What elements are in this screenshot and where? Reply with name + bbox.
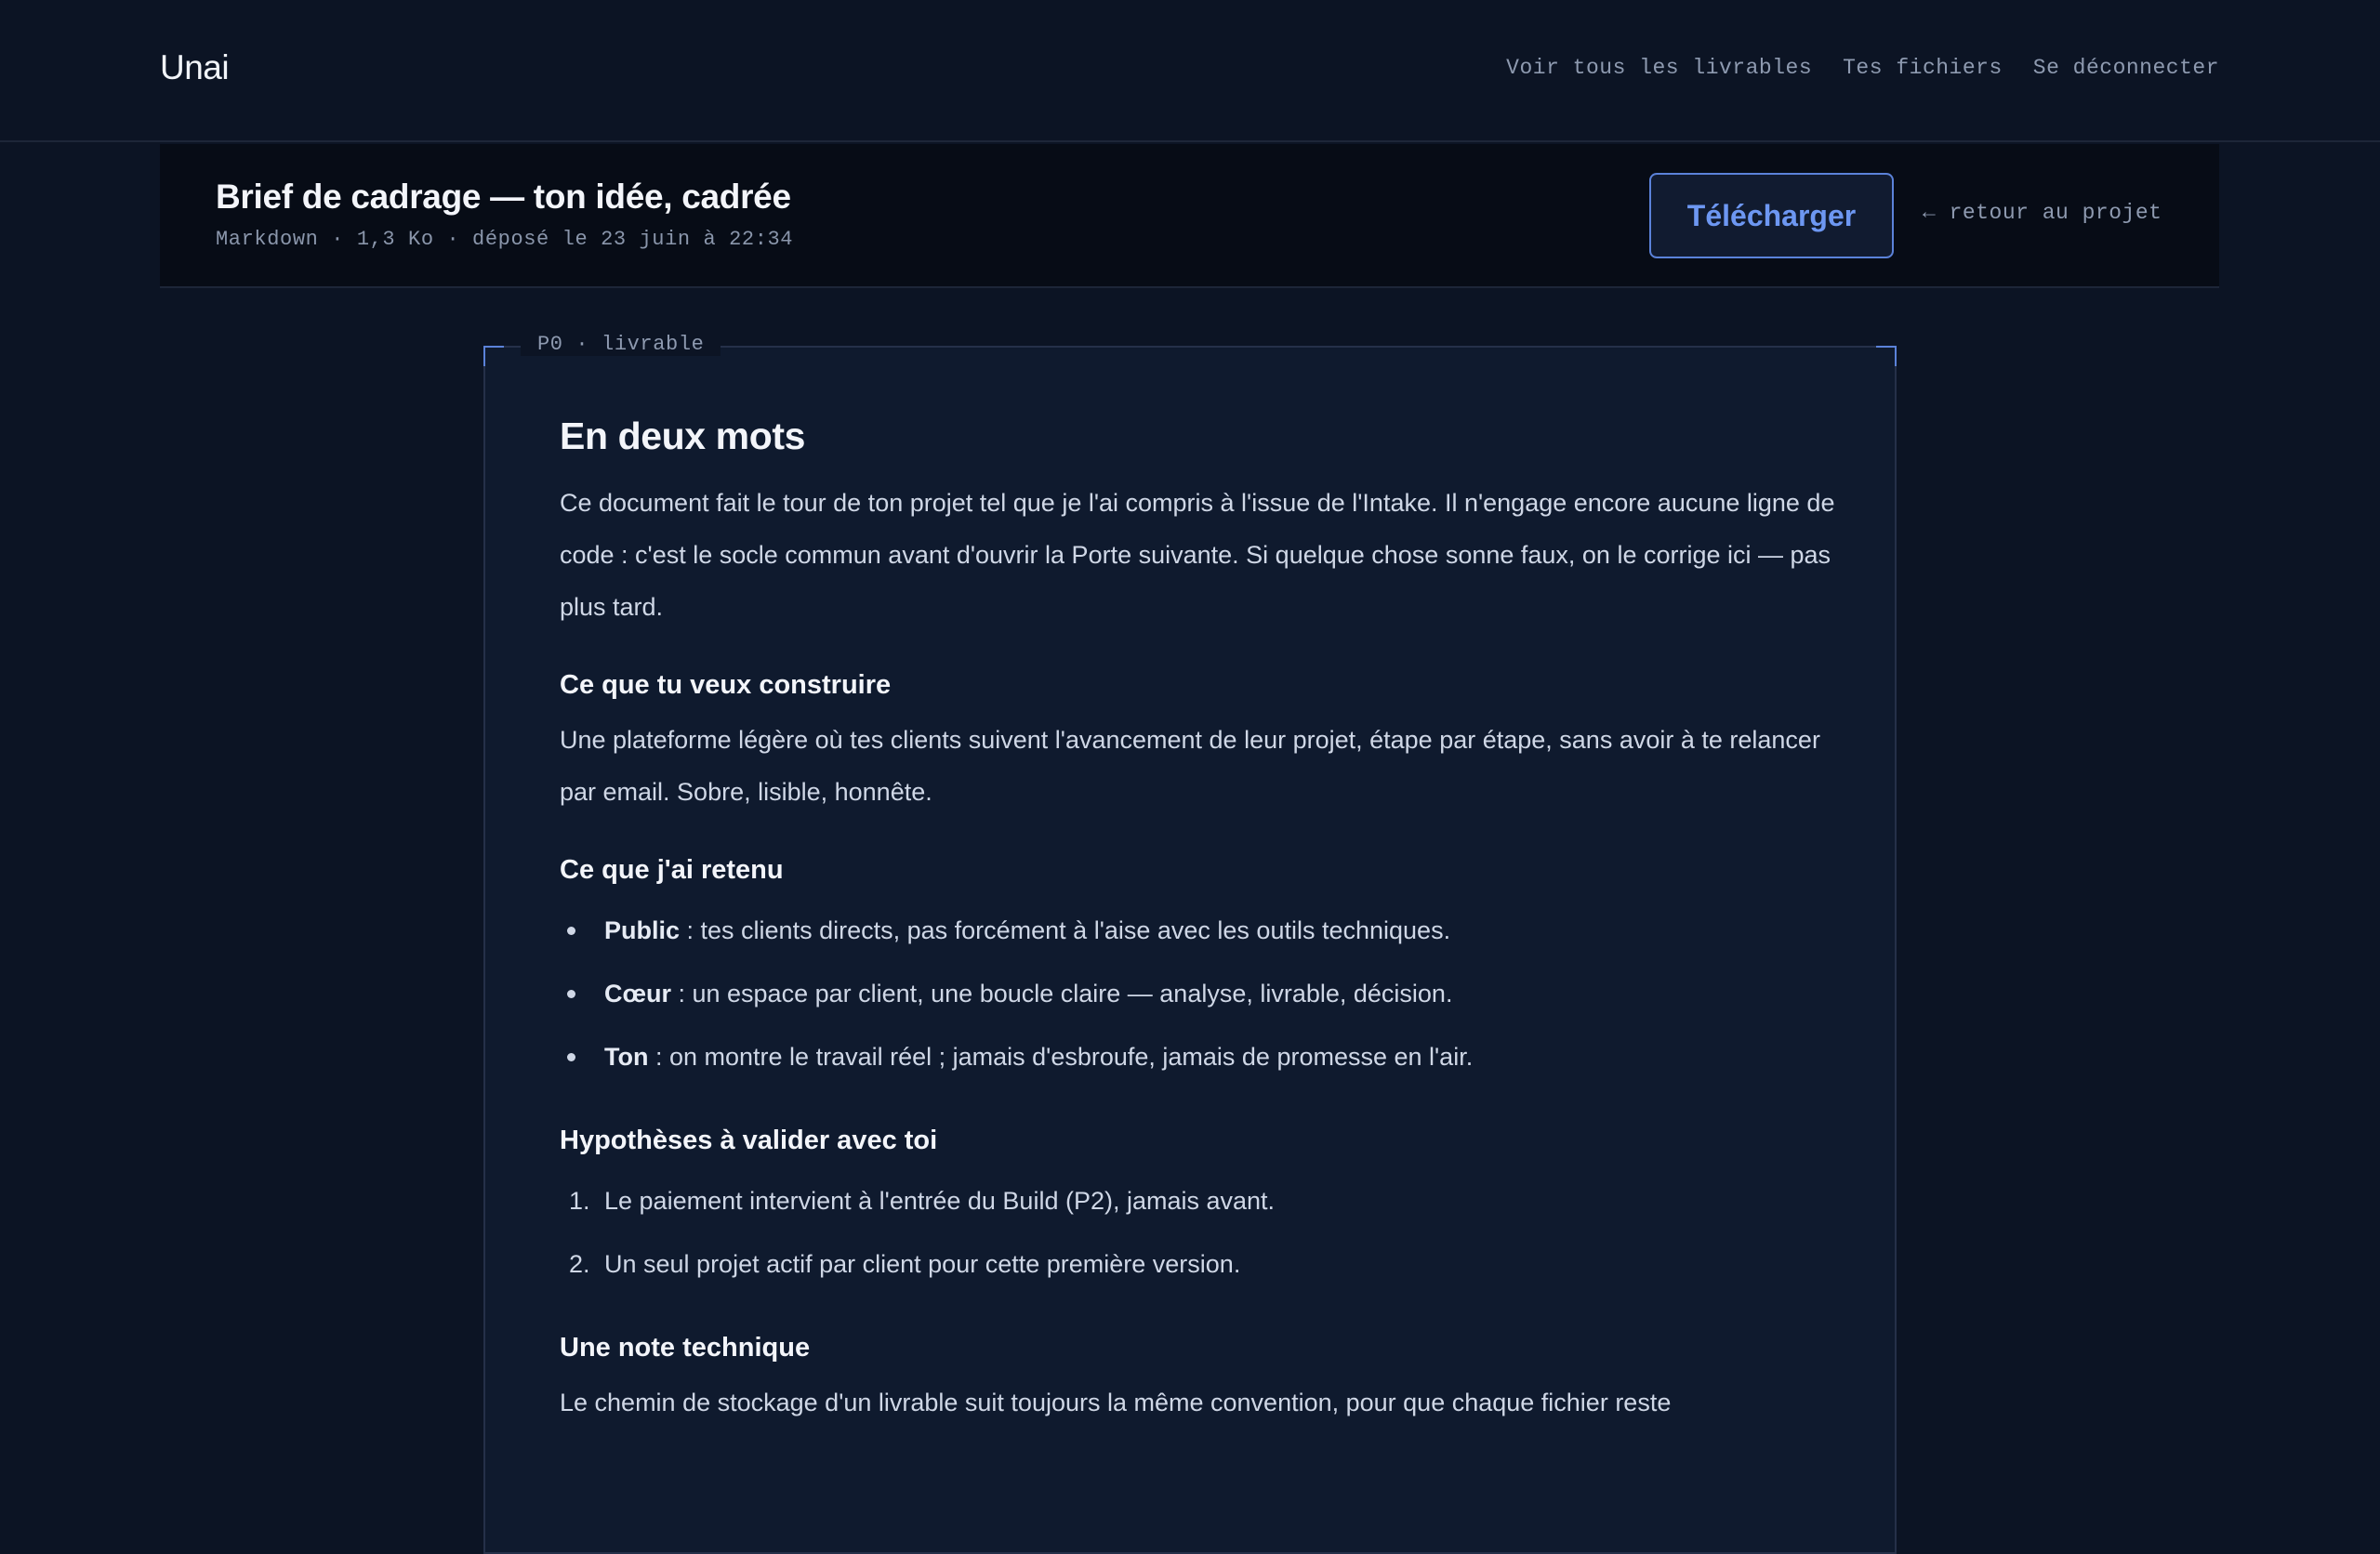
section-heading-build: Ce que tu veux construire (560, 670, 892, 700)
list-item: Public : tes clients directs, pas forcém… (560, 899, 1843, 962)
retained-list: Public : tes clients directs, pas forcém… (560, 899, 1843, 1088)
section-heading-tech: Une note technique (560, 1333, 811, 1363)
nav-link-files[interactable]: Tes fichiers (1843, 56, 2003, 80)
list-item: 1. Le paiement intervient à l'entrée du B… (569, 1187, 1276, 1215)
main-nav: Voir tous les livrables Tes fichiers Se … (1506, 56, 2219, 80)
document-tag: P0 · livrable (521, 333, 721, 356)
file-header: Brief de cadrage — ton idée, cadrée Mark… (160, 144, 2219, 288)
corner-accent (483, 346, 504, 366)
top-navigation-bar: Unai Voir tous les livrables Tes fichier… (0, 0, 2380, 142)
download-button[interactable]: Télécharger (1649, 173, 1894, 258)
document-panel: P0 · livrable En deux mots Ce document f… (483, 333, 1897, 1554)
section-text-build: Une plateforme légère où tes clients sui… (560, 726, 1820, 806)
list-item: Cœur : un espace par client, une boucle … (560, 962, 1843, 1025)
document-title: En deux mots (560, 415, 806, 457)
file-meta: Markdown · 1,3 Ko · déposé le 23 juin à … (216, 228, 794, 251)
section-heading-hypotheses: Hypothèses à valider avec toi (560, 1126, 938, 1155)
section-text-tech: Le chemin de stockage d'un livrable suit… (560, 1389, 1672, 1416)
hypotheses-list: 1. Le paiement intervient à l'entrée du B… (560, 1169, 1843, 1296)
brand-logo[interactable]: Unai (160, 48, 230, 87)
document-body: En deux mots Ce document fait le tour de… (560, 415, 1843, 1429)
corner-accent (1876, 346, 1897, 366)
back-to-project-link[interactable]: ← retour au projet (1923, 201, 2162, 225)
intro-paragraph: Ce document fait le tour de ton projet t… (560, 489, 1835, 621)
list-item: Ton : on montre le travail réel ; jamais… (560, 1025, 1843, 1088)
file-title: Brief de cadrage — ton idée, cadrée (216, 178, 791, 216)
section-heading-retained: Ce que j'ai retenu (560, 855, 784, 885)
list-item: 2. Un seul projet actif par client pour c… (569, 1250, 1241, 1278)
nav-link-logout[interactable]: Se déconnecter (2033, 56, 2219, 80)
nav-link-all-deliverables[interactable]: Voir tous les livrables (1506, 56, 1812, 80)
